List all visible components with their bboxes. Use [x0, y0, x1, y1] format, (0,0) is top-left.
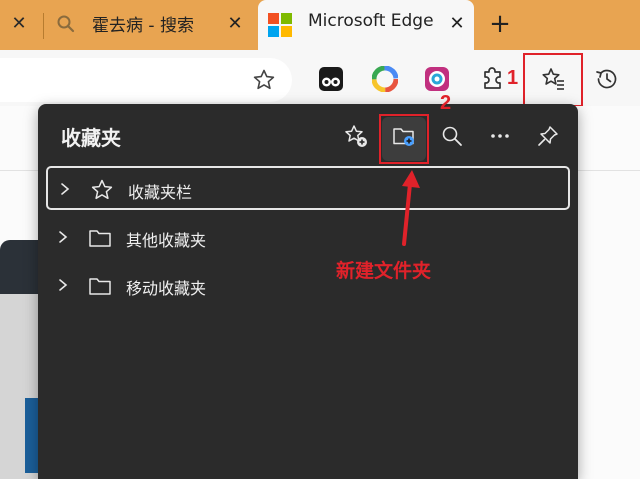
annotation-box-add-folder	[379, 114, 429, 164]
tab-0-close-button[interactable]: ✕	[8, 13, 30, 35]
chevron-right-icon[interactable]	[56, 229, 70, 245]
panel-title: 收藏夹	[61, 126, 121, 150]
chevron-right-icon[interactable]	[56, 277, 70, 293]
annotation-callout-text: 新建文件夹	[336, 260, 432, 282]
folder-icon	[89, 278, 111, 295]
more-options-icon[interactable]	[488, 124, 512, 148]
add-favorite-star-icon[interactable]	[252, 68, 276, 92]
tab-title: Microsoft Edge	[308, 11, 434, 31]
tab-microsoft-edge[interactable]: Microsoft Edge ✕	[258, 0, 474, 50]
annotation-marker-1: 1	[507, 67, 519, 89]
favorites-item-mobile[interactable]: 移动收藏夹	[46, 264, 570, 308]
toolbar: 1	[0, 50, 640, 107]
add-to-favorites-icon[interactable]	[344, 124, 368, 148]
new-tab-button[interactable]: +	[485, 10, 515, 40]
favorites-item-label: 收藏夹栏	[128, 183, 193, 202]
favorites-panel: 收藏夹 2 收藏夹栏 其他收藏夹 移动收藏夹 新建文件夹	[38, 92, 578, 479]
tampermonkey-extension-icon[interactable]	[318, 66, 344, 92]
search-icon[interactable]	[440, 124, 464, 148]
folder-icon	[89, 230, 111, 247]
favorites-item-other[interactable]: 其他收藏夹	[46, 216, 570, 260]
tab-close-button[interactable]: ✕	[446, 13, 468, 35]
extensions-puzzle-icon[interactable]	[480, 66, 506, 92]
color-extension-icon[interactable]	[372, 66, 398, 92]
tab-close-button[interactable]: ✕	[224, 13, 246, 35]
favorites-item-favorites-bar[interactable]: 收藏夹栏	[46, 166, 570, 210]
tab-search[interactable]: 霍去病 - 搜索 ✕	[44, 0, 258, 50]
chevron-right-icon[interactable]	[58, 181, 72, 197]
star-icon	[91, 179, 113, 200]
screenshot-extension-icon[interactable]	[424, 66, 450, 92]
favorites-item-label: 其他收藏夹	[126, 231, 207, 250]
page-search-box[interactable]	[575, 106, 640, 170]
history-icon[interactable]	[594, 66, 620, 92]
pin-icon[interactable]	[536, 124, 560, 148]
annotation-box-favorites	[523, 53, 583, 107]
tab-title: 霍去病 - 搜索	[92, 16, 194, 36]
microsoft-logo-icon	[268, 13, 292, 37]
page-image-accent	[25, 398, 39, 473]
annotation-marker-2: 2	[440, 92, 452, 114]
annotation-arrow	[402, 170, 420, 246]
tab-strip: ✕ 霍去病 - 搜索 ✕ Microsoft Edge ✕ +	[0, 0, 640, 50]
search-icon	[57, 15, 75, 33]
favorites-item-label: 移动收藏夹	[126, 279, 207, 298]
address-bar[interactable]	[0, 58, 292, 102]
